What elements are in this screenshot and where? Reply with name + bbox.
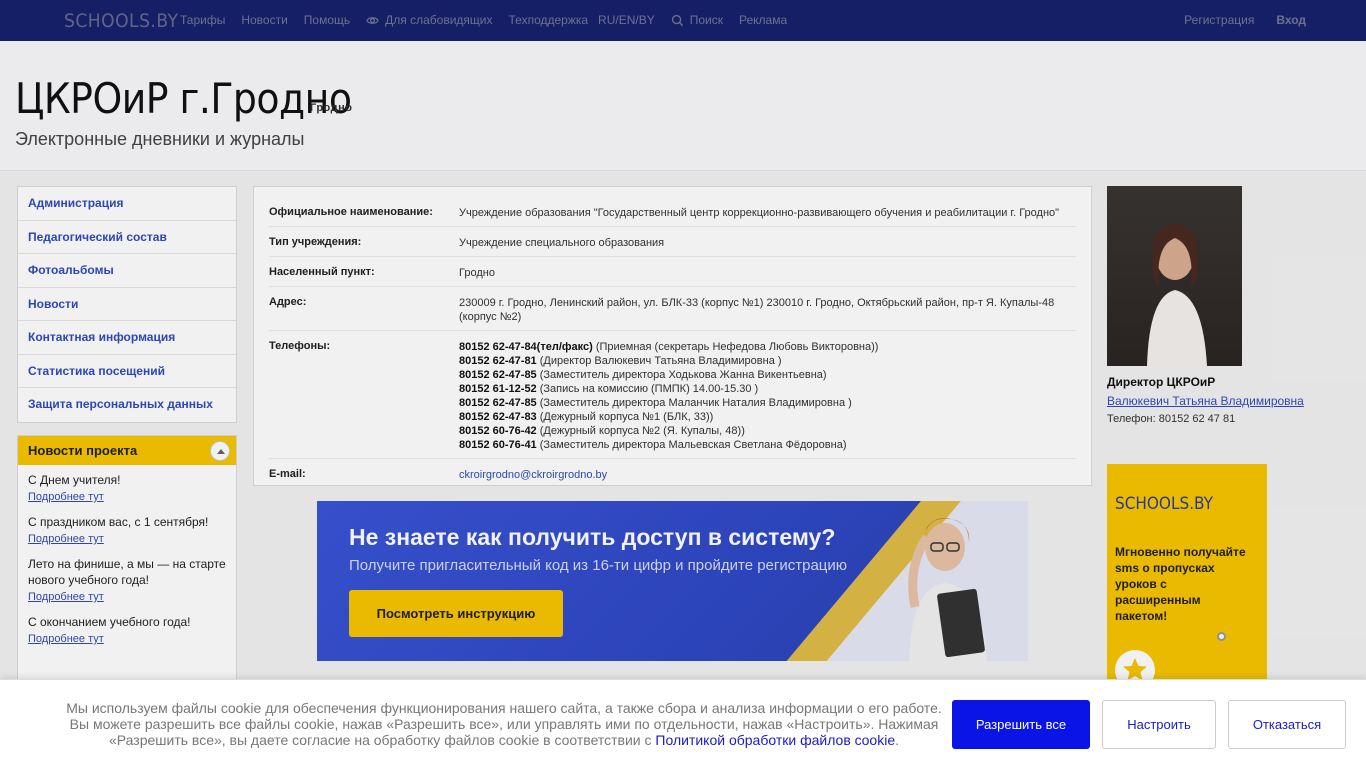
- project-news-header: Новости проекта: [18, 436, 236, 465]
- phone-entry: 80152 62-47-81 (Директор Валюкевич Татья…: [459, 354, 878, 368]
- info-row-city: Населенный пункт: Гродно: [269, 257, 1076, 287]
- director-name-link[interactable]: Валюкевич Татьяна Владимировна: [1107, 394, 1304, 408]
- decline-button[interactable]: Отказаться: [1228, 700, 1346, 749]
- news-item-title: С праздником вас, с 1 сентября!: [28, 515, 209, 529]
- allow-all-button[interactable]: Разрешить все: [952, 700, 1090, 749]
- info-label: Тип учреждения:: [269, 236, 362, 248]
- banner-heading: Не знаете как получить доступ в систему?: [349, 524, 836, 550]
- cookie-policy-link[interactable]: Политикой обработки файлов cookie: [655, 732, 895, 748]
- news-item-title: С Днем учителя!: [28, 473, 121, 487]
- news-item: Лето на финише, а мы — на старте нового …: [18, 549, 236, 607]
- phone-description: (Заместитель директора Маланчик Наталия …: [536, 397, 852, 409]
- cookie-text-tail: .: [895, 732, 900, 748]
- collapse-icon[interactable]: [210, 441, 230, 461]
- phone-description: (Заместитель директора Ходькова Жанна Ви…: [536, 369, 827, 381]
- thinking-woman-illustration: [908, 518, 987, 661]
- phone-description: (Дежурный корпуса №2 (Я. Купалы, 48)): [536, 425, 745, 437]
- page-title: ЦКРОиР г.Гродно: [15, 74, 352, 123]
- cookie-message: Мы используем файлы cookie для обеспечен…: [60, 700, 948, 748]
- news-item-more-link[interactable]: Подробнее тут: [28, 633, 226, 645]
- phone-description: (Приемная (секретарь Нефедова Любовь Вик…: [592, 341, 879, 353]
- director-photo: [1107, 186, 1242, 366]
- banner-subheading: Получите пригласительный код из 16-ти ци…: [349, 557, 848, 574]
- news-item: С праздником вас, с 1 сентября! Подробне…: [18, 507, 236, 549]
- info-label: Телефоны:: [269, 340, 331, 352]
- phone-entry: 80152 61-12-52 (Запись на комиссию (ПМПК…: [459, 382, 878, 396]
- phone-number: 80152 60-76-41: [459, 439, 537, 451]
- phone-description: (Директор Валюкевич Татьяна Владимировна…: [536, 355, 782, 367]
- phone-number: 80152 62-47-85: [459, 369, 537, 381]
- director-phone: Телефон: 80152 62 47 81: [1107, 413, 1236, 425]
- news-item: С Днем учителя! Подробнее тут: [18, 465, 236, 507]
- phone-number: 80152 62-47-83: [459, 411, 537, 423]
- configure-button[interactable]: Настроить: [1102, 700, 1216, 749]
- view-instructions-button[interactable]: Посмотреть инструкцию: [349, 590, 563, 637]
- info-value: 230009 г. Гродно, Ленинский район, ул. Б…: [459, 297, 1055, 323]
- email-link[interactable]: ckroirgrodno@ckroirgrodno.by: [459, 469, 607, 481]
- info-row-email: E-mail: ckroirgrodno@ckroirgrodno.by: [269, 459, 1076, 488]
- news-item-more-link[interactable]: Подробнее тут: [28, 591, 226, 603]
- project-news-panel: Новости проекта С Днем учителя! Подробне…: [17, 435, 237, 695]
- phone-entry: 80152 60-76-42 (Дежурный корпуса №2 (Я. …: [459, 424, 878, 438]
- info-value: Учреждение специального образования: [459, 237, 665, 249]
- phone-description: (Дежурный корпуса №1 (БЛК, 33)): [536, 411, 714, 423]
- director-title: Директор ЦКРОиР: [1107, 375, 1216, 389]
- info-row-type: Тип учреждения: Учреждение специального …: [269, 227, 1076, 257]
- phone-entry: 80152 60-76-41 (Заместитель директора Ма…: [459, 438, 878, 452]
- news-item-more-link[interactable]: Подробнее тут: [28, 533, 226, 545]
- phone-number: 80152 60-76-42: [459, 425, 537, 437]
- phone-entry: 80152 62-47-85 (Заместитель директора Хо…: [459, 368, 878, 382]
- sidebar-menu: Администрация Педагогический состав Фото…: [17, 186, 237, 423]
- info-row-address: Адрес: 230009 г. Гродно, Ленинский район…: [269, 287, 1076, 331]
- news-item-more-link[interactable]: Подробнее тут: [28, 491, 226, 503]
- cookie-consent-bar: Мы используем файлы cookie для обеспечен…: [0, 679, 1366, 768]
- ad-decoration-dot: [1217, 632, 1226, 641]
- info-label: Адрес:: [269, 296, 307, 308]
- phone-number: 80152 62-47-81: [459, 355, 537, 367]
- sidebar-item-photo-albums[interactable]: Фотоальбомы: [18, 254, 236, 288]
- phone-number: 80152 61-12-52: [459, 383, 537, 395]
- phone-entry: 80152 62-47-85 (Заместитель директора Ма…: [459, 396, 878, 410]
- access-banner[interactable]: Не знаете как получить доступ в систему?…: [317, 501, 1028, 661]
- sidebar-item-news[interactable]: Новости: [18, 288, 236, 321]
- sidebar-item-contacts[interactable]: Контактная информация: [18, 321, 236, 355]
- phone-description: (Заместитель директора Мальевская Светла…: [536, 439, 847, 451]
- info-value: Учреждение образования "Государственный …: [459, 207, 1060, 219]
- page-subtitle: Электронные дневники и журналы: [15, 129, 305, 149]
- news-item-title: С окончанием учебного года!: [28, 615, 191, 629]
- sidebar-item-teachers[interactable]: Педагогический состав: [18, 221, 236, 254]
- city-label: Гродно: [310, 102, 353, 114]
- phone-description: (Запись на комиссию (ПМПК) 14.00-15.30 ): [536, 383, 759, 395]
- ad-text: Мгновенно получайте sms о пропусках урок…: [1115, 545, 1246, 623]
- info-label: Населенный пункт:: [269, 266, 375, 278]
- phone-number: 80152 62-47-84(тел/факс): [459, 341, 593, 353]
- info-row-phones: Телефоны: 80152 62-47-84(тел/факс) (Прие…: [269, 331, 1076, 459]
- phone-entry: 80152 62-47-84(тел/факс) (Приемная (секр…: [459, 340, 878, 354]
- info-label: Официальное наименование:: [269, 206, 433, 218]
- info-row-official-name: Официальное наименование: Учреждение обр…: [269, 197, 1076, 227]
- sms-ad-banner[interactable]: SCHOOLS.BY Мгновенно получайте sms о про…: [1107, 464, 1267, 694]
- info-label: E-mail:: [269, 468, 306, 480]
- news-item: С окончанием учебного года! Подробнее ту…: [18, 607, 236, 649]
- school-info-card: Официальное наименование: Учреждение обр…: [253, 186, 1092, 486]
- phone-entry: 80152 62-47-83 (Дежурный корпуса №1 (БЛК…: [459, 410, 878, 424]
- sidebar-item-administration[interactable]: Администрация: [18, 187, 236, 221]
- page-header: ЦКРОиР г.Гродно Гродно Электронные дневн…: [0, 41, 1366, 171]
- news-item-title: Лето на финише, а мы — на старте нового …: [28, 557, 226, 587]
- phone-list: 80152 62-47-84(тел/факс) (Приемная (секр…: [459, 340, 878, 452]
- phone-number: 80152 62-47-85: [459, 397, 537, 409]
- ad-logo: SCHOOLS.BY: [1115, 494, 1213, 514]
- info-value: Гродно: [459, 267, 495, 279]
- sidebar-item-statistics[interactable]: Статистика посещений: [18, 355, 236, 388]
- navbar-dim-overlay: [0, 0, 1366, 41]
- sidebar-item-data-protection[interactable]: Защита персональных данных: [18, 388, 236, 422]
- project-news-title: Новости проекта: [28, 443, 138, 458]
- director-portrait-image: [1147, 224, 1207, 366]
